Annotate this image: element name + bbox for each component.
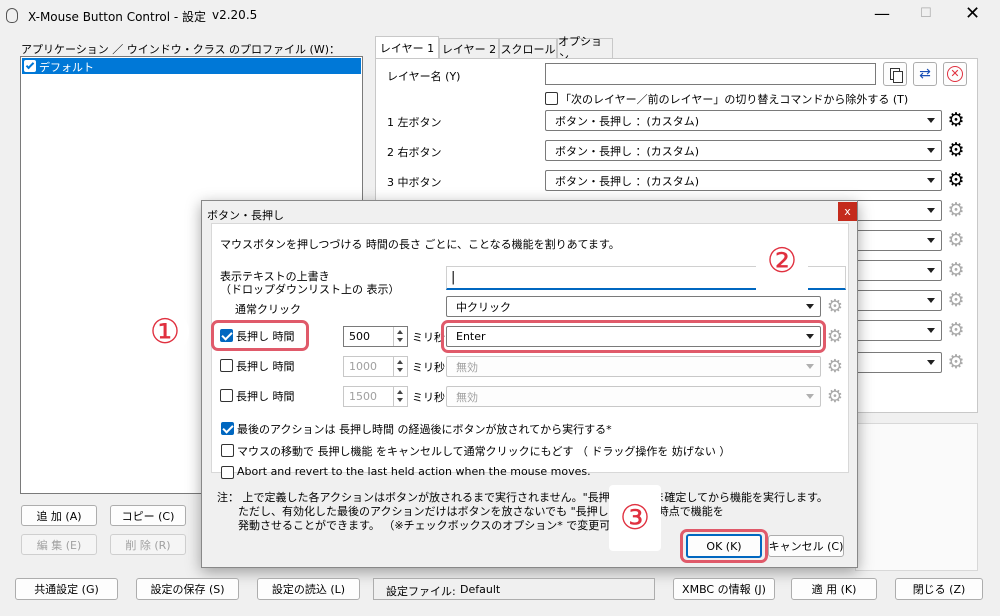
window-title: X-Mouse Button Control - 設定	[28, 10, 207, 24]
middle-button-label: 3 中ボタン	[387, 176, 442, 189]
middle-button-select[interactable]: ボタン・長押し ：(カスタム)	[545, 170, 942, 191]
hold-2-label: 長押し 時間	[236, 360, 295, 373]
left-button-select[interactable]: ボタン・長押し ：(カスタム)	[545, 110, 942, 131]
tab-layer-1[interactable]: レイヤー 1	[375, 36, 439, 59]
dialog-title: ボタン・長押し	[207, 209, 284, 222]
tab-scroll[interactable]: スクロール	[499, 38, 557, 58]
option-2-checkbox[interactable]	[221, 444, 234, 457]
hold-1-time-input[interactable]: 500	[343, 326, 408, 347]
highlight-ok-button	[680, 529, 768, 563]
hold-3-ms-label: ミリ秒	[412, 391, 445, 404]
save-settings-button[interactable]: 設定の保存 (S)	[136, 578, 239, 600]
reset-layer-icon[interactable]: ✕	[943, 62, 967, 86]
tab-layer-2[interactable]: レイヤー 2	[439, 38, 499, 58]
gear-icon[interactable]: ⚙	[946, 229, 966, 251]
hold-2-ms-label: ミリ秒	[412, 361, 445, 374]
option-3-label: Abort and revert to the last held action…	[237, 465, 591, 478]
gear-icon[interactable]: ⚙	[825, 296, 845, 317]
normal-click-label: 通常クリック	[235, 303, 301, 316]
hold-2-checkbox[interactable]	[220, 359, 233, 372]
gear-icon[interactable]: ⚙	[946, 259, 966, 281]
option-2-label: マウスの移動で 長押し機能 をキャンセルして通常クリックにもどす （ ドラッグ操…	[237, 445, 731, 458]
hold-3-label: 長押し 時間	[236, 390, 295, 403]
load-settings-button[interactable]: 設定の読込 (L)	[257, 578, 360, 600]
hold-2-action-select[interactable]: 無効	[446, 356, 821, 377]
list-item[interactable]: デフォルト	[22, 58, 361, 74]
tab-options[interactable]: オプション	[557, 35, 613, 64]
window-version: v2.20.5	[212, 8, 258, 22]
app-icon	[6, 8, 18, 23]
swap-layer-icon[interactable]: ⇄	[913, 62, 937, 86]
gear-icon[interactable]: ⚙	[946, 199, 966, 221]
highlight-hold-checkbox	[211, 320, 309, 351]
gear-icon[interactable]: ⚙	[946, 109, 966, 131]
close-button[interactable]: 閉じる (Z)	[895, 578, 983, 600]
gear-icon[interactable]: ⚙	[825, 356, 845, 377]
about-button[interactable]: XMBC の情報 (J)	[673, 578, 775, 600]
gear-icon[interactable]: ⚙	[946, 139, 966, 161]
exclude-layer-checkbox[interactable]	[545, 92, 558, 105]
normal-click-select[interactable]: 中クリック	[446, 296, 821, 317]
gear-icon[interactable]: ⚙	[946, 169, 966, 191]
hold-2-time-input[interactable]: 1000	[343, 356, 408, 377]
cancel-button[interactable]: キャンセル (C)	[768, 535, 844, 557]
copy-button[interactable]: コピー (C)	[110, 505, 186, 526]
title-bar: X-Mouse Button Control - 設定 v2.20.5 — ☐ …	[0, 0, 1000, 30]
gear-icon[interactable]: ⚙	[946, 289, 966, 311]
add-button[interactable]: 追 加 (A)	[21, 505, 97, 526]
common-settings-button[interactable]: 共通設定 (G)	[15, 578, 118, 600]
minimize-icon[interactable]: —	[874, 4, 890, 23]
settings-file-value: Default	[460, 583, 501, 596]
gear-icon[interactable]: ⚙	[825, 326, 845, 347]
right-button-label: 2 右ボタン	[387, 146, 442, 159]
delete-button[interactable]: 削 除 (R)	[110, 534, 186, 555]
option-1-label: 最後のアクションは 長押し時間 の経過後にボタンが放されてから実行する*	[237, 423, 612, 436]
note-line-3: 発動させることができます。 （※チェックボックスのオプション* で変更可 ）	[238, 519, 625, 532]
gear-icon[interactable]: ⚙	[946, 351, 966, 373]
profile-label: デフォルト	[39, 61, 94, 74]
hold-3-time-input[interactable]: 1500	[343, 386, 408, 407]
option-3-checkbox[interactable]	[221, 466, 234, 479]
apply-button[interactable]: 適 用 (K)	[791, 578, 877, 600]
layer-name-label: レイヤー名 (Y)	[387, 70, 461, 83]
profiles-label: アプリケーション ／ ウインドウ・クラス のプロファイル (W)：	[21, 43, 341, 56]
override-label-2: （ドロップダウンリスト上の 表示）	[220, 283, 400, 296]
right-button-select[interactable]: ボタン・長押し ：(カスタム)	[545, 140, 942, 161]
dialog-close-button[interactable]: x	[838, 202, 857, 221]
annotation-3: ③	[609, 485, 661, 551]
gear-icon[interactable]: ⚙	[825, 386, 845, 407]
option-1-checkbox[interactable]	[221, 422, 234, 435]
maximize-icon[interactable]: ☐	[920, 6, 932, 21]
edit-button[interactable]: 編 集 (E)	[21, 534, 97, 555]
settings-file-display: 設定ファイル: Default	[373, 578, 655, 600]
layer-name-input[interactable]	[545, 63, 876, 85]
left-button-label: 1 左ボタン	[387, 116, 442, 129]
hold-3-checkbox[interactable]	[220, 389, 233, 402]
gear-icon[interactable]: ⚙	[946, 319, 966, 341]
dialog-description: マウスボタンを押しつづける 時間の長さ ごとに、ことなる機能を割りあてます。	[220, 238, 620, 251]
annotation-2: ②	[756, 228, 808, 294]
layer-panel-lower	[855, 423, 978, 571]
hold-3-action-select[interactable]: 無効	[446, 386, 821, 407]
close-icon[interactable]: ✕	[965, 3, 980, 24]
exclude-layer-label: 「次のレイヤー／前のレイヤー」の切り替えコマンドから除外する (T)	[560, 93, 909, 106]
annotation-1: ①	[141, 308, 189, 356]
copy-layer-icon[interactable]	[883, 62, 907, 86]
profile-checkbox[interactable]	[24, 60, 36, 72]
highlight-hold-action	[441, 320, 826, 353]
